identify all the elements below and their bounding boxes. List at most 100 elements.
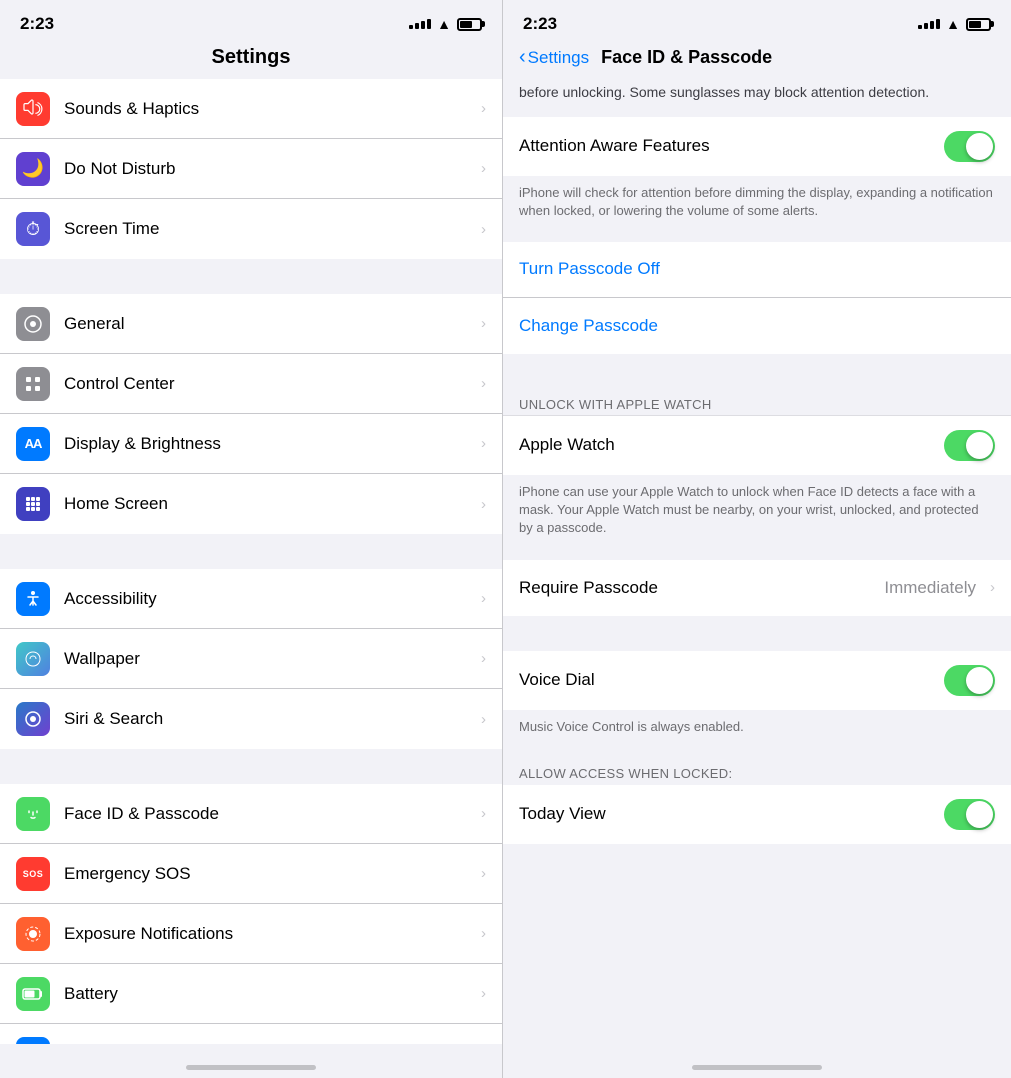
screentime-label: Screen Time <box>64 219 473 239</box>
row-exposure[interactable]: Exposure Notifications › <box>0 904 502 964</box>
row-accessibility[interactable]: Accessibility › <box>0 569 502 629</box>
general-label: General <box>64 314 473 334</box>
attention-toggle[interactable] <box>944 131 995 162</box>
controlcenter-chevron: › <box>481 375 486 392</box>
homescreen-icon <box>16 487 50 521</box>
left-status-icons: ▲ <box>409 16 482 32</box>
today-view-toggle[interactable] <box>944 799 995 830</box>
accessibility-icon <box>16 582 50 616</box>
row-dnd[interactable]: 🌙 Do Not Disturb › <box>0 139 502 199</box>
row-faceid[interactable]: Face ID & Passcode › <box>0 784 502 844</box>
today-view-label: Today View <box>519 804 944 824</box>
privacy-icon <box>16 1037 50 1044</box>
right-wifi-icon: ▲ <box>946 16 960 32</box>
right-nav-bar: ‹ Settings Face ID & Passcode <box>503 42 1011 79</box>
screentime-chevron: › <box>481 221 486 238</box>
divider-before-locked <box>503 748 1011 758</box>
battery-chevron: › <box>481 985 486 1002</box>
battery-label: Battery <box>64 984 473 1004</box>
row-siri[interactable]: Siri & Search › <box>0 689 502 749</box>
general-chevron: › <box>481 315 486 332</box>
top-description: before unlocking. Some sunglasses may bl… <box>503 79 1011 117</box>
voice-dial-section: Voice Dial <box>503 651 1011 710</box>
exposure-icon <box>16 917 50 951</box>
back-button[interactable]: ‹ Settings <box>519 46 589 69</box>
locked-section-header: ALLOW ACCESS WHEN LOCKED: <box>503 758 1011 785</box>
right-home-indicator <box>503 1044 1011 1078</box>
voice-dial-toggle[interactable] <box>944 665 995 696</box>
display-icon: AA <box>16 427 50 461</box>
right-signal-icon <box>918 19 940 29</box>
row-wallpaper[interactable]: Wallpaper › <box>0 629 502 689</box>
back-label: Settings <box>528 48 589 68</box>
sounds-label: Sounds & Haptics <box>64 99 473 119</box>
accessibility-label: Accessibility <box>64 589 473 609</box>
row-sos[interactable]: SOS Emergency SOS › <box>0 844 502 904</box>
attention-aware-row: Attention Aware Features <box>503 117 1011 176</box>
row-screentime[interactable]: ⏱ Screen Time › <box>0 199 502 259</box>
dnd-label: Do Not Disturb <box>64 159 473 179</box>
divider-3 <box>0 749 502 784</box>
siri-chevron: › <box>481 711 486 728</box>
screentime-icon: ⏱ <box>16 212 50 246</box>
today-view-row: Today View <box>503 785 1011 844</box>
attention-section: Attention Aware Features <box>503 117 1011 176</box>
require-passcode-label: Require Passcode <box>519 578 884 598</box>
locked-section: Today View <box>503 785 1011 844</box>
controlcenter-label: Control Center <box>64 374 473 394</box>
accessibility-chevron: › <box>481 590 486 607</box>
dnd-chevron: › <box>481 160 486 177</box>
back-chevron-icon: ‹ <box>519 46 526 69</box>
display-chevron: › <box>481 435 486 452</box>
group-3: Accessibility › Wallpaper › Siri & Searc… <box>0 569 502 749</box>
right-panel: 2:23 ▲ ‹ Settings Face ID & Passcode bef… <box>502 0 1011 1078</box>
sos-label: Emergency SOS <box>64 864 473 884</box>
right-status-bar: 2:23 ▲ <box>503 0 1011 42</box>
right-nav-title: Face ID & Passcode <box>601 47 772 68</box>
siri-icon <box>16 702 50 736</box>
faceid-label: Face ID & Passcode <box>64 804 473 824</box>
homescreen-chevron: › <box>481 496 486 513</box>
divider-1 <box>0 259 502 294</box>
voice-dial-description: Music Voice Control is always enabled. <box>503 710 1011 748</box>
row-battery[interactable]: Battery › <box>0 964 502 1024</box>
sounds-chevron: › <box>481 100 486 117</box>
left-home-indicator <box>0 1044 502 1078</box>
left-time: 2:23 <box>20 14 54 34</box>
left-nav-title: Settings <box>0 42 502 79</box>
row-display[interactable]: AA Display & Brightness › <box>0 414 502 474</box>
row-homescreen[interactable]: Home Screen › <box>0 474 502 534</box>
right-time: 2:23 <box>523 14 557 34</box>
row-general[interactable]: General › <box>0 294 502 354</box>
require-passcode-row[interactable]: Require Passcode Immediately › <box>503 560 1011 616</box>
apple-watch-row: Apple Watch <box>503 416 1011 475</box>
home-bar-left <box>186 1065 316 1070</box>
right-battery-icon <box>966 18 991 31</box>
require-passcode-value: Immediately <box>884 578 976 598</box>
passcode-section: Turn Passcode Off Change Passcode <box>503 242 1011 354</box>
group-2: General › Control Center › AA <box>0 294 502 534</box>
divider-2 <box>0 534 502 569</box>
change-passcode-row[interactable]: Change Passcode <box>503 298 1011 354</box>
divider-after-attention <box>503 232 1011 242</box>
sounds-icon <box>16 92 50 126</box>
exposure-label: Exposure Notifications <box>64 924 473 944</box>
apple-watch-toggle[interactable] <box>944 430 995 461</box>
battery-icon <box>457 18 482 31</box>
group-1: Sounds & Haptics › 🌙 Do Not Disturb › ⏱ … <box>0 79 502 259</box>
row-privacy[interactable]: Privacy › <box>0 1024 502 1044</box>
row-sounds[interactable]: Sounds & Haptics › <box>0 79 502 139</box>
battery-row-icon <box>16 977 50 1011</box>
general-icon <box>16 307 50 341</box>
turn-passcode-off-row[interactable]: Turn Passcode Off <box>503 242 1011 298</box>
unlock-section-header: UNLOCK WITH APPLE WATCH <box>503 389 1011 416</box>
left-status-bar: 2:23 ▲ <box>0 0 502 42</box>
attention-description: iPhone will check for attention before d… <box>503 176 1011 232</box>
voice-dial-label: Voice Dial <box>519 670 944 690</box>
homescreen-label: Home Screen <box>64 494 473 514</box>
row-controlcenter[interactable]: Control Center › <box>0 354 502 414</box>
left-panel: 2:23 ▲ Settings Sounds & Haptics <box>0 0 502 1078</box>
voice-dial-row: Voice Dial <box>503 651 1011 710</box>
turn-passcode-off-label: Turn Passcode Off <box>519 259 995 279</box>
wallpaper-icon <box>16 642 50 676</box>
